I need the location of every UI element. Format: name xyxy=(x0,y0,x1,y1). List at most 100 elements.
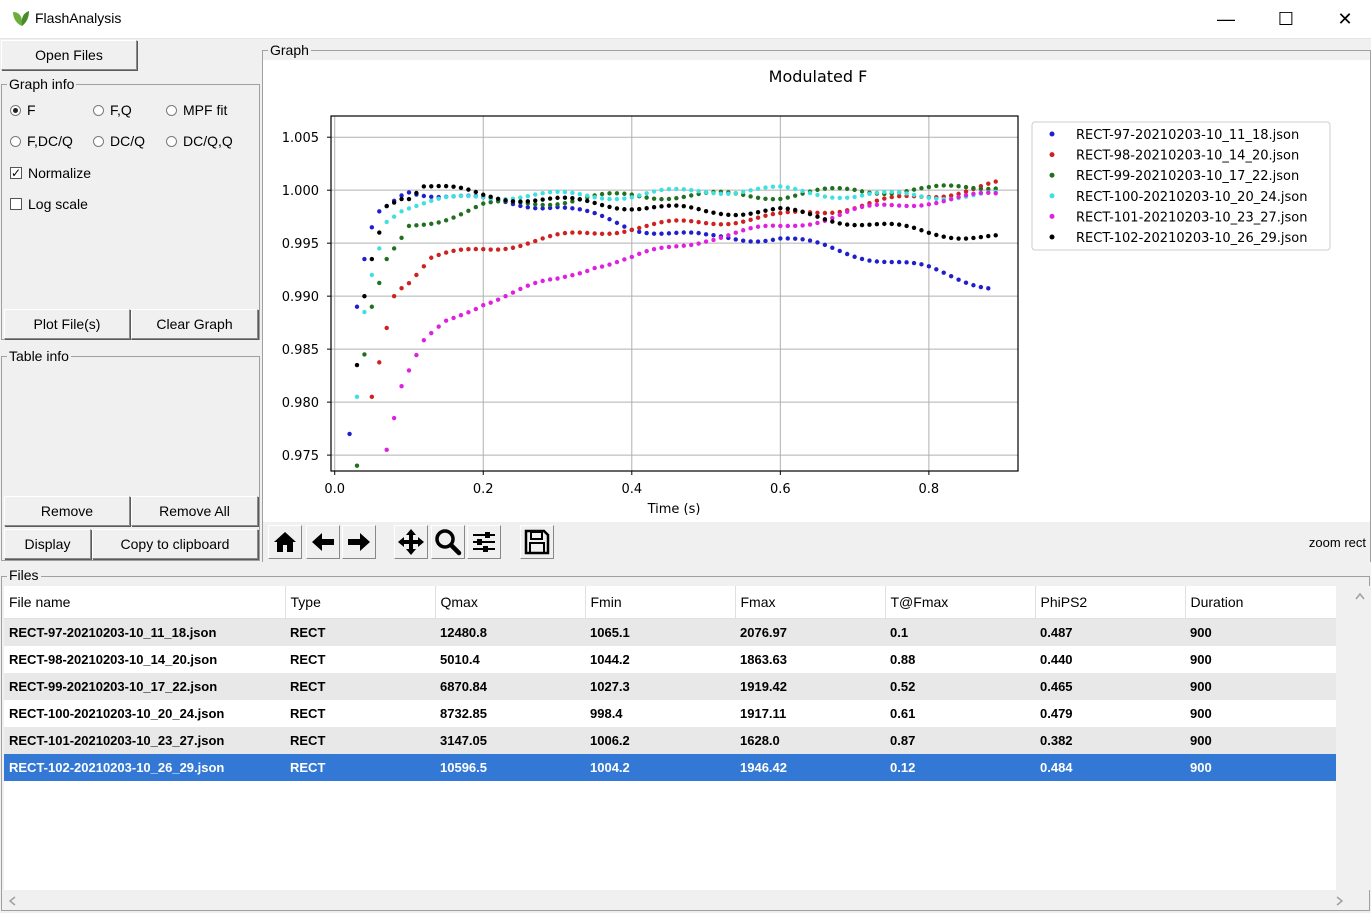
data-point xyxy=(637,193,642,198)
column-header-type[interactable]: Type xyxy=(285,586,436,619)
cell-qmax: 5010.4 xyxy=(440,652,480,667)
data-point xyxy=(421,264,427,269)
radio-dc-q-q[interactable]: DC/Q,Q xyxy=(166,133,233,149)
data-point xyxy=(443,250,449,255)
cell-duration: 900 xyxy=(1190,706,1212,721)
data-point xyxy=(859,222,865,228)
data-point xyxy=(904,223,909,229)
normalize-checkbox[interactable]: ✓ Normalize xyxy=(10,165,91,181)
forward-arrow-icon[interactable] xyxy=(342,525,376,559)
data-point xyxy=(889,189,894,195)
open-files-button[interactable]: Open Files xyxy=(1,40,137,70)
data-point xyxy=(614,206,620,211)
data-point xyxy=(421,222,427,227)
horizontal-scrollbar[interactable] xyxy=(4,891,1350,910)
data-point xyxy=(421,338,427,343)
table-row[interactable]: RECT-98-20210203-10_14_20.json RECT 5010.4… xyxy=(4,646,1336,673)
remove-button[interactable]: Remove xyxy=(4,496,130,526)
data-point xyxy=(629,207,634,212)
y-tick-label: 0.990 xyxy=(282,290,319,305)
scroll-up-icon[interactable] xyxy=(1355,592,1365,600)
radio-dc-q[interactable]: DC/Q xyxy=(93,133,145,149)
y-tick-label: 1.000 xyxy=(282,184,319,199)
radio-label: DC/Q,Q xyxy=(183,133,233,149)
data-point xyxy=(518,195,523,200)
data-point xyxy=(622,191,627,196)
display-button[interactable]: Display xyxy=(4,529,91,559)
copy-to-clipboard-button[interactable]: Copy to clipboard xyxy=(92,529,258,559)
data-point xyxy=(384,203,389,209)
data-point xyxy=(436,220,441,225)
column-header-duration[interactable]: Duration xyxy=(1185,586,1336,619)
data-point xyxy=(755,239,761,244)
radio-label: DC/Q xyxy=(110,133,145,149)
close-button[interactable]: ✕ xyxy=(1322,0,1368,38)
x-tick-label: 0.6 xyxy=(770,482,791,497)
files-table[interactable]: File name Type Qmax Fmin Fmax T@Fmax Phi… xyxy=(4,586,1336,890)
data-point xyxy=(911,192,917,198)
column-header-t-at-fmax[interactable]: T@Fmax xyxy=(885,586,1036,619)
data-point xyxy=(711,191,716,196)
data-point xyxy=(391,214,397,219)
column-header-file-name[interactable]: File name xyxy=(4,586,286,619)
data-point xyxy=(562,195,568,200)
data-point xyxy=(547,202,553,208)
log-scale-checkbox[interactable]: Log scale xyxy=(10,196,88,212)
radio-f-q[interactable]: F,Q xyxy=(93,102,132,118)
plot-files-button[interactable]: Plot File(s) xyxy=(4,309,130,339)
data-point xyxy=(518,199,523,204)
cell-fmax: 1628.0 xyxy=(735,727,885,754)
table-row[interactable]: RECT-100-20210203-10_20_24.json RECT 8732.… xyxy=(4,700,1336,727)
table-row[interactable]: RECT-101-20210203-10_23_27.json RECT 3147.… xyxy=(4,727,1336,754)
navigation-toolbar xyxy=(263,522,1370,562)
radio-f[interactable]: F xyxy=(10,102,36,118)
data-point xyxy=(666,203,672,208)
back-arrow-icon[interactable] xyxy=(306,525,340,559)
data-point xyxy=(792,207,798,213)
column-header-qmax[interactable]: Qmax xyxy=(435,586,586,619)
clear-graph-button[interactable]: Clear Graph xyxy=(131,309,258,339)
column-header-fmax[interactable]: Fmax xyxy=(735,586,886,619)
data-point xyxy=(934,200,939,206)
data-point xyxy=(674,203,679,208)
data-point xyxy=(681,203,686,209)
pan-icon[interactable] xyxy=(394,525,428,559)
legend-marker xyxy=(1049,152,1055,158)
scroll-right-icon[interactable] xyxy=(1336,896,1344,906)
scroll-left-icon[interactable] xyxy=(8,896,16,906)
vertical-scrollbar[interactable] xyxy=(1350,586,1370,890)
maximize-button[interactable]: ☐ xyxy=(1263,0,1309,38)
data-point xyxy=(792,223,798,229)
column-header-phips2[interactable]: PhiPS2 xyxy=(1035,586,1186,619)
save-icon[interactable] xyxy=(520,525,554,559)
data-point xyxy=(882,196,887,201)
data-point xyxy=(562,189,568,195)
configure-subplots-icon[interactable] xyxy=(467,525,501,559)
data-point xyxy=(718,222,724,227)
data-point xyxy=(911,260,917,266)
toolbar-status-text: zoom rect xyxy=(1308,535,1366,550)
table-row-selected[interactable]: RECT-102-20210203-10_26_29.json RECT 10596… xyxy=(4,754,1336,781)
data-point xyxy=(778,223,783,229)
data-point xyxy=(481,201,486,206)
data-point xyxy=(733,237,738,242)
data-point xyxy=(503,246,508,252)
data-point xyxy=(948,274,954,279)
title-bar: FlashAnalysis — ☐ ✕ xyxy=(0,0,1371,39)
remove-all-button[interactable]: Remove All xyxy=(131,496,258,526)
data-point xyxy=(406,190,412,195)
data-point xyxy=(911,187,917,192)
table-row[interactable]: RECT-99-20210203-10_17_22.json RECT 6870.8… xyxy=(4,673,1336,700)
data-point xyxy=(896,222,902,227)
minimize-button[interactable]: — xyxy=(1203,0,1249,38)
table-row[interactable]: RECT-97-20210203-10_11_18.json RECT 12480.… xyxy=(4,618,1336,646)
data-point xyxy=(577,197,583,202)
cell-fmin: 998.4 xyxy=(590,706,623,721)
column-header-fmin[interactable]: Fmin xyxy=(585,586,736,619)
cell-duration: 900 xyxy=(1185,727,1336,754)
home-icon[interactable] xyxy=(268,525,302,559)
zoom-icon[interactable] xyxy=(431,525,465,559)
data-point xyxy=(837,248,842,254)
radio-f-dc-q[interactable]: F,DC/Q xyxy=(10,133,73,149)
radio-mpf-fit[interactable]: MPF fit xyxy=(166,102,227,118)
